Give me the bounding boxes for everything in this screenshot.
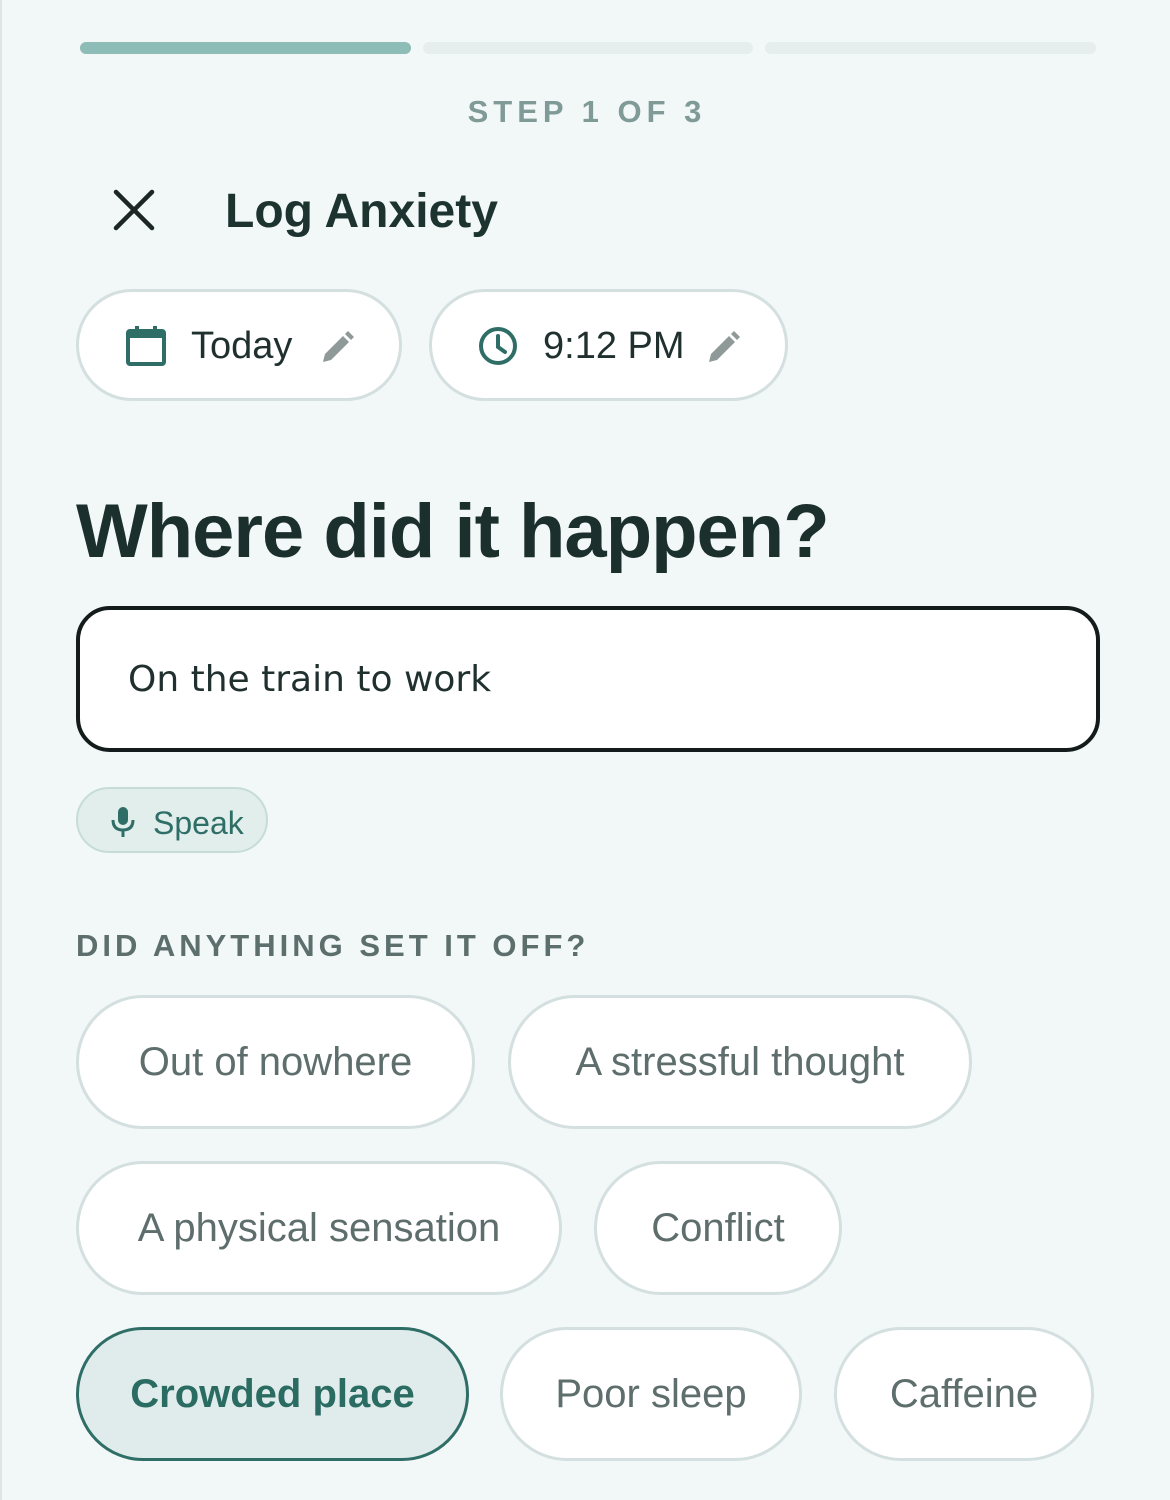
location-input[interactable] — [76, 606, 1100, 752]
speak-label: Speak — [153, 805, 244, 841]
step-indicator: STEP 1 OF 3 — [467, 94, 707, 129]
progress-bar — [80, 42, 1096, 54]
page-title: Log Anxiety — [225, 185, 498, 238]
date-picker-button[interactable]: Today — [76, 289, 402, 401]
date-label: Today — [191, 325, 293, 367]
clock-icon — [479, 327, 517, 365]
trigger-chip-conflict[interactable]: Conflict — [594, 1161, 842, 1295]
trigger-chip-caffeine[interactable]: Caffeine — [834, 1327, 1094, 1461]
question-heading: Where did it happen? — [76, 489, 830, 574]
calendar-icon — [126, 326, 166, 366]
triggers-section-label: DID ANYTHING SET IT OFF? — [76, 928, 590, 963]
trigger-chip-poor-sleep[interactable]: Poor sleep — [500, 1327, 802, 1461]
progress-segment-2 — [423, 42, 753, 54]
progress-segment-1 — [80, 42, 411, 54]
trigger-chip-out-of-nowhere[interactable]: Out of nowhere — [76, 995, 475, 1129]
pencil-icon — [709, 331, 740, 362]
log-anxiety-screen: STEP 1 OF 3 Log Anxiety Today 9:12 PM Wh… — [0, 0, 1170, 1500]
close-button[interactable] — [112, 188, 156, 232]
time-label: 9:12 PM — [543, 325, 685, 367]
pencil-icon — [323, 331, 354, 362]
mic-icon — [111, 807, 135, 837]
progress-segment-3 — [765, 42, 1096, 54]
trigger-chip-stressful-thought[interactable]: A stressful thought — [508, 995, 972, 1129]
trigger-chip-physical-sensation[interactable]: A physical sensation — [76, 1161, 562, 1295]
speak-button[interactable]: Speak — [76, 787, 268, 853]
close-icon — [113, 189, 155, 231]
trigger-chip-crowded-place[interactable]: Crowded place — [76, 1327, 469, 1461]
time-picker-button[interactable]: 9:12 PM — [429, 289, 788, 401]
